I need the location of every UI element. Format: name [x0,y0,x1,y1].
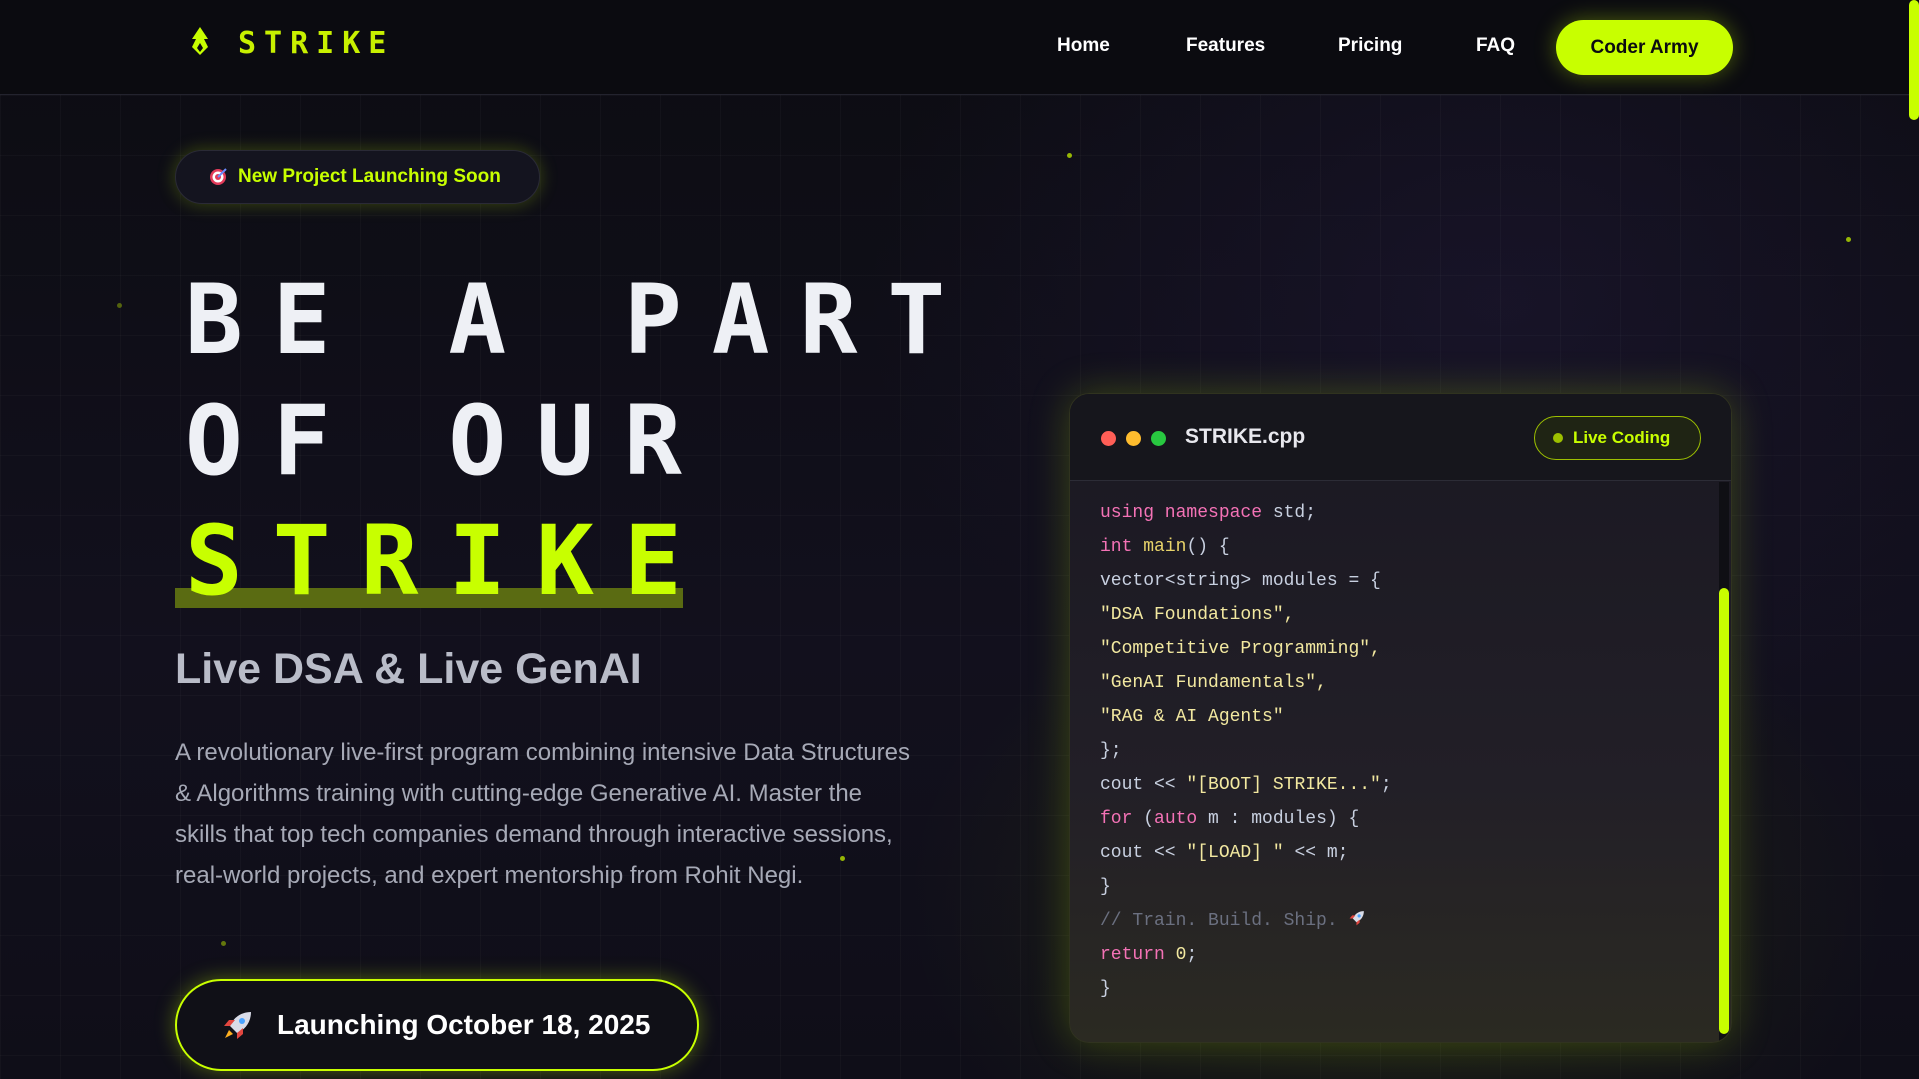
code-line: using namespace std; [1100,503,1317,523]
hero-description: A revolutionary live-first program combi… [175,739,910,889]
code-file-name: STRIKE.cpp [1185,425,1306,448]
headline-line-3: STRIKE [185,505,712,617]
badge-text: New Project Launching Soon [238,166,501,187]
code-line: vector<string> modules = { [1100,571,1381,591]
particle [1067,153,1072,158]
hero-subtitle: Live DSA & Live GenAI [175,645,642,693]
coder-army-button[interactable]: Coder Army [1556,20,1733,75]
maximize-dot-icon[interactable] [1151,431,1166,446]
code-line: // Train. Build. Ship. [1100,904,1392,938]
launch-soon-badge: New Project Launching Soon [175,150,540,204]
particle [117,303,122,308]
code-line: int main() { [1100,537,1230,557]
rocket-icon [224,1012,251,1039]
code-line: "DSA Foundations", [1100,605,1295,625]
top-navbar: STRIKE Home Features Pricing FAQ Coder A… [0,0,1919,95]
code-line: cout << "[BOOT] STRIKE..."; [1100,775,1392,795]
code-line: return 0; [1100,945,1198,965]
code-line: } [1100,877,1111,897]
flame-icon [192,27,208,55]
code-body: using namespace std; int main() { vector… [1100,496,1392,1006]
code-window: STRIKE.cpp Live Coding using namespace s… [1069,393,1732,1043]
nav-link-home[interactable]: Home [1057,35,1110,57]
launch-date-text: Launching October 18, 2025 [277,1009,651,1040]
page-scrollbar[interactable] [1909,0,1919,120]
logo-text: STRIKE [238,25,395,61]
particle [1846,237,1851,242]
code-scrollbar-thumb[interactable] [1719,588,1729,1034]
code-window-titlebar: STRIKE.cpp Live Coding [1070,394,1731,481]
logo[interactable]: STRIKE [186,25,394,61]
launch-date-button[interactable]: Launching October 18, 2025 [175,979,699,1071]
code-line: "Competitive Programming", [1100,639,1381,659]
close-dot-icon[interactable] [1101,431,1116,446]
code-line: for (auto m : modules) { [1100,809,1360,829]
rocket-icon [1350,911,1365,926]
nav-link-faq[interactable]: FAQ [1476,35,1515,57]
nav-link-pricing[interactable]: Pricing [1338,35,1402,57]
live-coding-label: Live Coding [1573,428,1671,447]
live-status-dot-icon [1553,433,1563,443]
code-line: } [1100,979,1111,999]
live-coding-badge: Live Coding [1534,416,1701,460]
headline-line-1: BE A PART [185,264,976,376]
code-comment: // Train. Build. Ship. [1100,911,1338,931]
nav-link-features[interactable]: Features [1186,35,1265,57]
code-line: cout << "[LOAD] " << m; [1100,843,1349,863]
headline-line-2: OF OUR [185,385,712,497]
particle [221,941,226,946]
code-line: "RAG & AI Agents" [1100,707,1284,727]
target-icon [210,168,227,185]
code-line: }; [1100,741,1122,761]
code-line: "GenAI Fundamentals", [1100,673,1327,693]
minimize-dot-icon[interactable] [1126,431,1141,446]
